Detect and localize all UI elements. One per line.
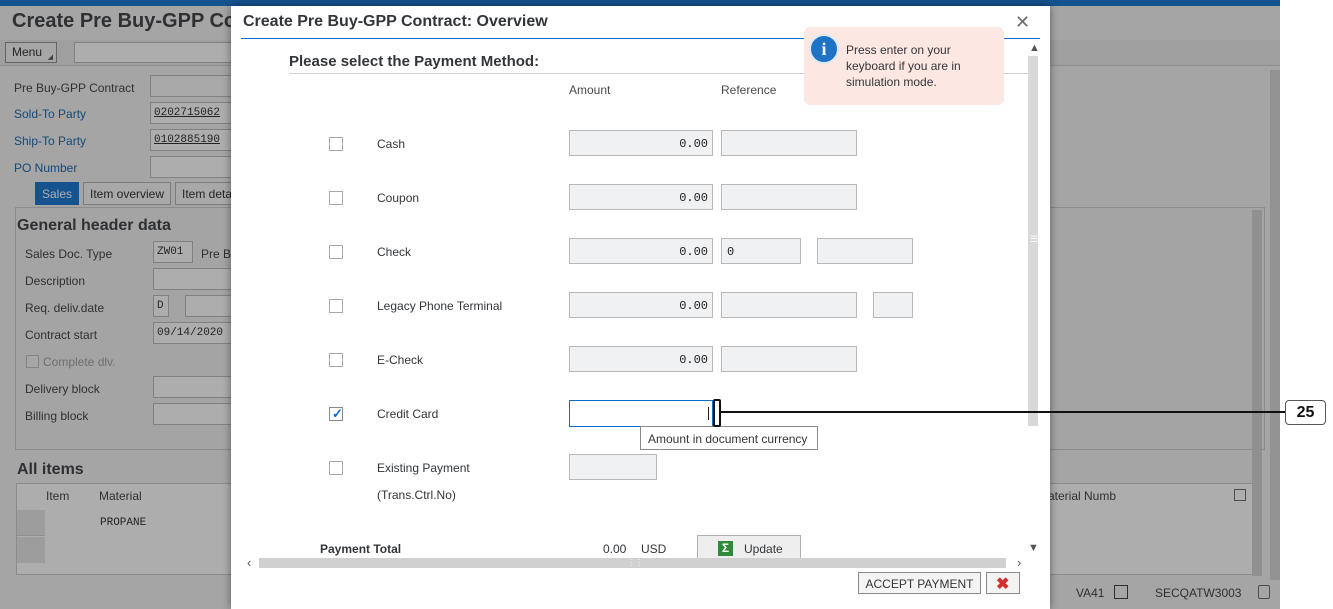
- cash-checkbox[interactable]: [329, 137, 343, 151]
- cancel-button[interactable]: ✖: [986, 572, 1020, 594]
- echeck-label: E-Check: [377, 353, 424, 367]
- amount-tooltip: Amount in document currency: [640, 426, 818, 450]
- echeck-checkbox[interactable]: [329, 353, 343, 367]
- echeck-reference-field[interactable]: [721, 346, 857, 372]
- existing-payment-sublabel: (Trans.Ctrl.No): [377, 488, 456, 502]
- annotation-marker: [713, 399, 721, 427]
- check-label: Check: [377, 245, 412, 259]
- cancel-x-icon: ✖: [996, 576, 1010, 593]
- check-amount-field[interactable]: 0.00: [569, 238, 713, 264]
- echeck-amount-field[interactable]: 0.00: [569, 346, 713, 372]
- text-cursor: [708, 407, 709, 420]
- existing-payment-checkbox[interactable]: [329, 461, 343, 475]
- legacy-phone-label: Legacy Phone Terminal: [377, 299, 503, 313]
- update-label: Update: [744, 542, 783, 556]
- existing-payment-field[interactable]: [569, 454, 657, 480]
- existing-payment-label: Existing Payment: [377, 461, 470, 475]
- scroll-up-icon[interactable]: ▲: [1029, 42, 1040, 54]
- legacy-phone-checkbox[interactable]: [329, 299, 343, 313]
- coupon-amount-field[interactable]: 0.00: [569, 184, 713, 210]
- reference-column-header: Reference: [721, 83, 777, 97]
- scroll-down-icon[interactable]: ▼: [1028, 542, 1039, 554]
- payment-total-label: Payment Total: [320, 542, 402, 556]
- annotation-badge: 25: [1285, 400, 1326, 425]
- legacy-phone-extra-field[interactable]: [873, 292, 913, 318]
- scroll-grip-icon: ⋮⋮: [627, 558, 643, 567]
- payment-total-currency: USD: [641, 542, 667, 556]
- cash-amount-field[interactable]: 0.00: [569, 130, 713, 156]
- coupon-reference-field[interactable]: [721, 184, 857, 210]
- check-reference-field[interactable]: 0: [721, 238, 801, 264]
- payment-dialog: Create Pre Buy-GPP Contract: Overview ✕ …: [231, 6, 1050, 609]
- dialog-title: Create Pre Buy-GPP Contract: Overview: [243, 13, 548, 30]
- payment-method-heading: Please select the Payment Method:: [289, 53, 540, 70]
- credit-card-checkbox[interactable]: ✓: [329, 406, 343, 421]
- check-extra-field[interactable]: [817, 238, 913, 264]
- coupon-label: Coupon: [377, 191, 420, 205]
- sigma-icon: Σ: [718, 541, 733, 556]
- cash-label: Cash: [377, 137, 406, 151]
- accept-payment-button[interactable]: ACCEPT PAYMENT: [858, 572, 981, 594]
- annotation-leader-line: [721, 411, 1285, 413]
- info-icon: i: [809, 34, 839, 64]
- credit-card-amount-field[interactable]: [569, 400, 713, 427]
- coupon-checkbox[interactable]: [329, 191, 343, 205]
- legacy-phone-amount-field[interactable]: 0.00: [569, 292, 713, 318]
- checkmark-icon: ✓: [332, 406, 343, 421]
- info-message: Press enter on your keyboard if you are …: [846, 43, 961, 89]
- scroll-right-icon[interactable]: ›: [1017, 555, 1021, 570]
- scroll-left-icon[interactable]: ‹: [247, 555, 251, 570]
- legacy-phone-reference-field[interactable]: [721, 292, 857, 318]
- info-popover: i Press enter on your keyboard if you ar…: [804, 27, 1004, 105]
- close-icon[interactable]: ✕: [1015, 12, 1030, 33]
- cash-reference-field[interactable]: [721, 130, 857, 156]
- scroll-grip-icon: ☰: [1030, 234, 1039, 244]
- check-checkbox[interactable]: [329, 245, 343, 259]
- amount-column-header: Amount: [569, 83, 611, 97]
- payment-total-amount: 0.00: [603, 542, 627, 556]
- credit-card-label: Credit Card: [377, 407, 439, 421]
